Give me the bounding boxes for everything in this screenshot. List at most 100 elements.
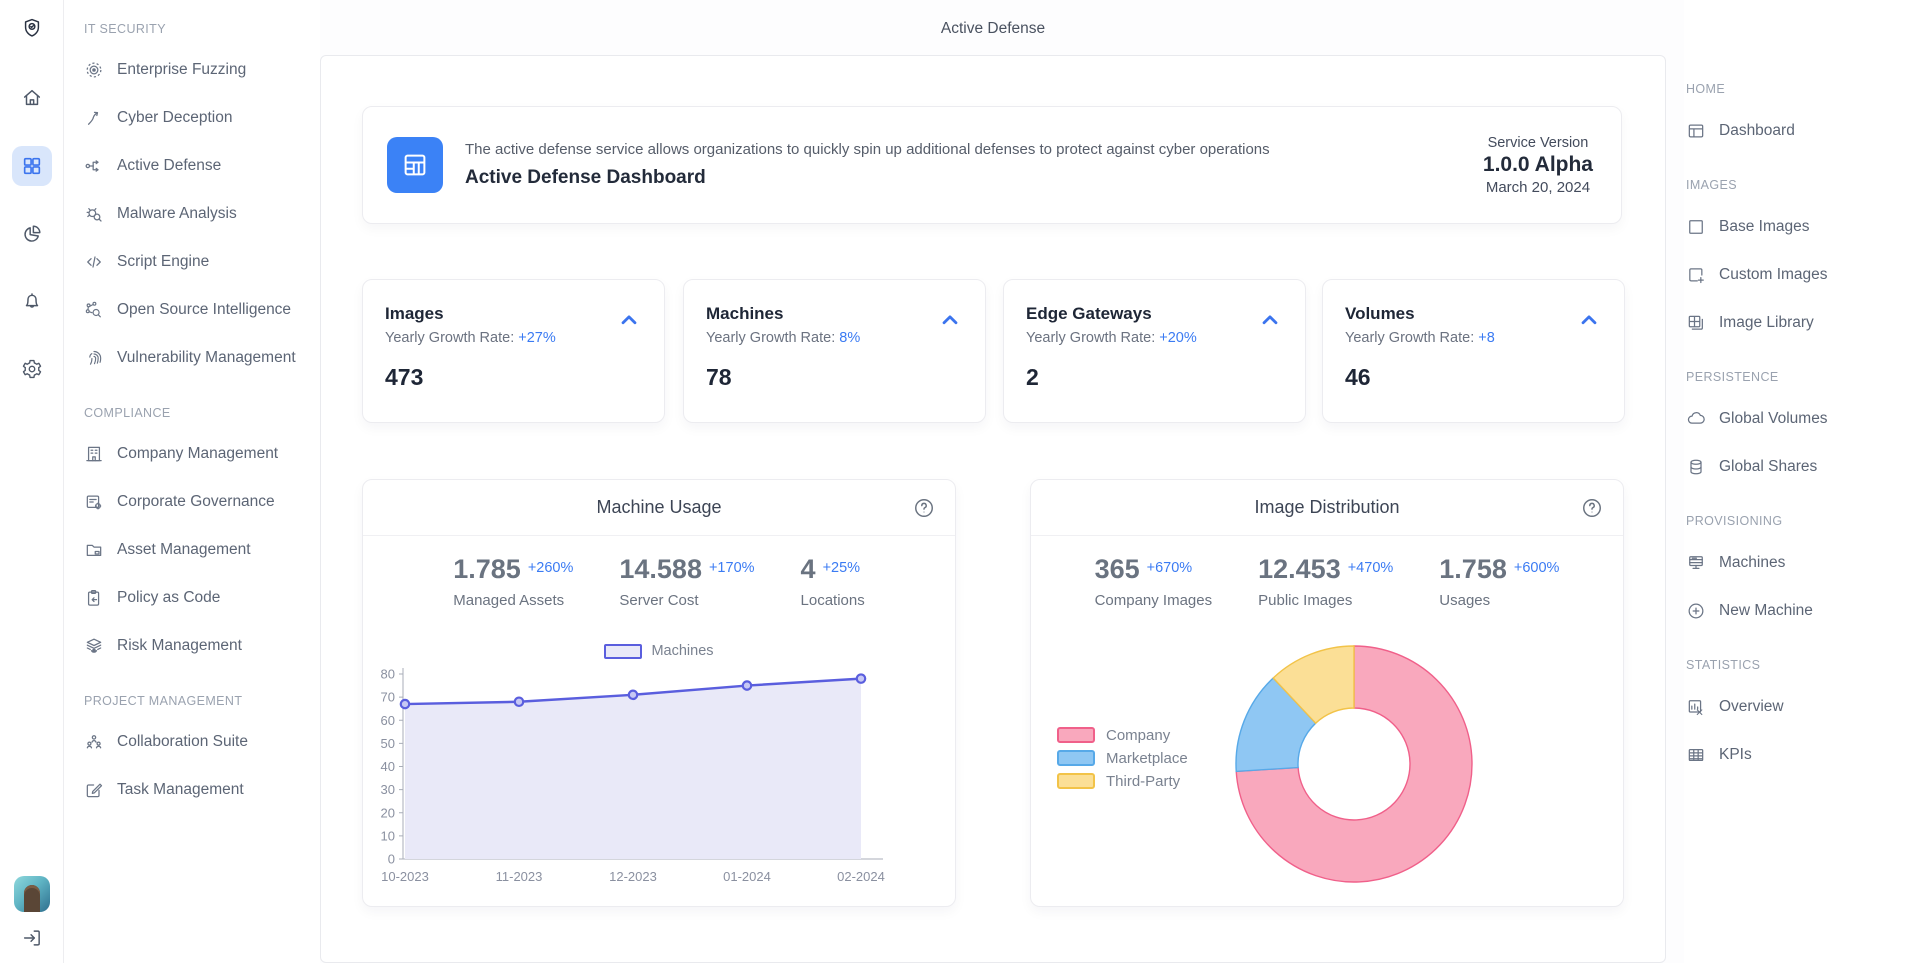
table-icon (1686, 745, 1706, 765)
svg-text:60: 60 (381, 713, 395, 728)
stat-card-machines: Machines Yearly Growth Rate: 8% 78 (683, 279, 986, 423)
nav-item-policy-as-code[interactable]: Policy as Code (64, 574, 320, 622)
nav-item-risk-management[interactable]: Risk Management (64, 622, 320, 670)
stat-value: 473 (385, 364, 642, 391)
nav-item-asset-management[interactable]: Asset Management (64, 526, 320, 574)
card-title: Machine Usage (596, 497, 721, 518)
left-sidebar: IT SECURITY Enterprise Fuzzing Cyber Dec… (64, 0, 320, 963)
home-icon[interactable] (12, 78, 52, 118)
nav-item-vulnerability-management[interactable]: Vulnerability Management (64, 334, 320, 382)
code-icon (84, 252, 104, 272)
layers-eye-icon (84, 636, 104, 656)
nav-item-base-images[interactable]: Base Images (1684, 203, 1920, 251)
svg-text:70: 70 (381, 690, 395, 705)
chevron-up-icon[interactable] (937, 306, 963, 332)
stat-growth: Yearly Growth Rate: +27% (385, 330, 642, 346)
nav-item-custom-images[interactable]: Custom Images (1684, 251, 1920, 299)
svg-text:20: 20 (381, 805, 395, 820)
square-plus-icon (1686, 265, 1706, 285)
service-description: The active defense service allows organi… (465, 141, 1483, 158)
svg-text:11-2023: 11-2023 (496, 869, 543, 884)
svg-text:0: 0 (388, 852, 395, 867)
nav-section-home: HOME Dashboard (1684, 79, 1920, 155)
right-sidebar: HOME Dashboard IMAGES Base Images Custom… (1684, 0, 1920, 963)
apps-grid-icon[interactable] (12, 146, 52, 186)
network-search-icon (84, 300, 104, 320)
legend-label: Machines (651, 643, 713, 659)
task-edit-icon (84, 780, 104, 800)
service-version-block: Service Version 1.0.0 Alpha March 20, 20… (1483, 135, 1593, 196)
stat-group-managed-assets: 1.785+260% Managed Assets (453, 554, 573, 609)
section-label: COMPLIANCE (64, 403, 320, 423)
nav-item-corporate-governance[interactable]: Corporate Governance (64, 478, 320, 526)
service-version-value: 1.0.0 Alpha (1483, 153, 1593, 177)
nav-item-image-library[interactable]: Image Library (1684, 299, 1920, 347)
app-logo-shield-icon[interactable] (12, 8, 52, 48)
stat-value: 78 (706, 364, 963, 391)
grid-stack-icon (1686, 313, 1706, 333)
stat-card-volumes: Volumes Yearly Growth Rate: +8 46 (1322, 279, 1625, 423)
nav-item-global-shares[interactable]: Global Shares (1684, 443, 1920, 491)
notifications-bell-icon[interactable] (12, 281, 52, 321)
dashboard-layout-icon (1686, 121, 1706, 141)
legend-swatch (604, 644, 642, 659)
nav-section-project-management: PROJECT MANAGEMENT Collaboration Suite (64, 691, 320, 814)
cloud-icon (1686, 409, 1706, 429)
nav-item-new-machine[interactable]: New Machine (1684, 587, 1920, 635)
nav-item-kpis[interactable]: KPIs (1684, 731, 1920, 779)
nav-section-images: IMAGES Base Images Custom Images Image L… (1684, 175, 1920, 347)
settings-gear-icon[interactable] (12, 349, 52, 389)
section-label: PROVISIONING (1684, 511, 1920, 531)
section-label: STATISTICS (1684, 655, 1920, 675)
chevron-up-icon[interactable] (1257, 306, 1283, 332)
nav-item-script-engine[interactable]: Script Engine (64, 238, 320, 286)
image-distribution-card: Image Distribution 365+670% Company Imag… (1030, 479, 1624, 907)
stat-group-locations: 4+25% Locations (801, 554, 865, 609)
nav-item-cyber-deception[interactable]: Cyber Deception (64, 94, 320, 142)
svg-text:40: 40 (381, 759, 395, 774)
flow-split-icon (84, 156, 104, 176)
machine-usage-card: Machine Usage 1.785+260% Managed Assets … (362, 479, 956, 907)
sign-in-icon[interactable] (12, 918, 52, 958)
nav-item-collaboration-suite[interactable]: Collaboration Suite (64, 718, 320, 766)
server-icon (1686, 553, 1706, 573)
help-question-icon[interactable] (913, 497, 935, 519)
pie-chart-icon[interactable] (12, 214, 52, 254)
info-card: The active defense service allows organi… (362, 106, 1622, 224)
nav-item-active-defense[interactable]: Active Defense (64, 142, 320, 190)
icon-rail (0, 0, 64, 963)
stat-title: Machines (706, 304, 963, 324)
stat-card-images: Images Yearly Growth Rate: +27% 473 (362, 279, 665, 423)
section-label: PROJECT MANAGEMENT (64, 691, 320, 711)
chevron-up-icon[interactable] (616, 306, 642, 332)
section-label: IT SECURITY (64, 19, 320, 39)
line-chart-legend[interactable]: Machines (363, 643, 955, 659)
dashboard-tile-icon (387, 137, 443, 193)
nav-item-overview[interactable]: Overview (1684, 683, 1920, 731)
stat-title: Images (385, 304, 642, 324)
svg-text:10-2023: 10-2023 (381, 869, 429, 884)
nav-item-dashboard[interactable]: Dashboard (1684, 107, 1920, 155)
nav-item-machines[interactable]: Machines (1684, 539, 1920, 587)
chevron-up-icon[interactable] (1576, 306, 1602, 332)
nav-section-statistics: STATISTICS Overview KPIs (1684, 655, 1920, 779)
nav-item-company-management[interactable]: Company Management (64, 430, 320, 478)
stat-value: 2 (1026, 364, 1283, 391)
image-distribution-donut-chart (1031, 480, 1625, 908)
nav-item-task-management[interactable]: Task Management (64, 766, 320, 814)
machines-line-chart: 0102030405060708010-202311-202312-202301… (363, 658, 957, 908)
nav-item-enterprise-fuzzing[interactable]: Enterprise Fuzzing (64, 46, 320, 94)
nav-item-malware-analysis[interactable]: Malware Analysis (64, 190, 320, 238)
nav-item-open-source-intelligence[interactable]: Open Source Intelligence (64, 286, 320, 334)
database-icon (1686, 457, 1706, 477)
stat-growth: Yearly Growth Rate: +20% (1026, 330, 1283, 346)
service-version-date: March 20, 2024 (1483, 179, 1593, 196)
svg-text:30: 30 (381, 782, 395, 797)
nav-item-global-volumes[interactable]: Global Volumes (1684, 395, 1920, 443)
growth-value: +20% (1159, 330, 1197, 346)
user-avatar[interactable] (14, 876, 50, 912)
stat-title: Volumes (1345, 304, 1602, 324)
stat-value: 46 (1345, 364, 1602, 391)
fingerprint-icon (84, 348, 104, 368)
section-label: HOME (1684, 79, 1920, 99)
